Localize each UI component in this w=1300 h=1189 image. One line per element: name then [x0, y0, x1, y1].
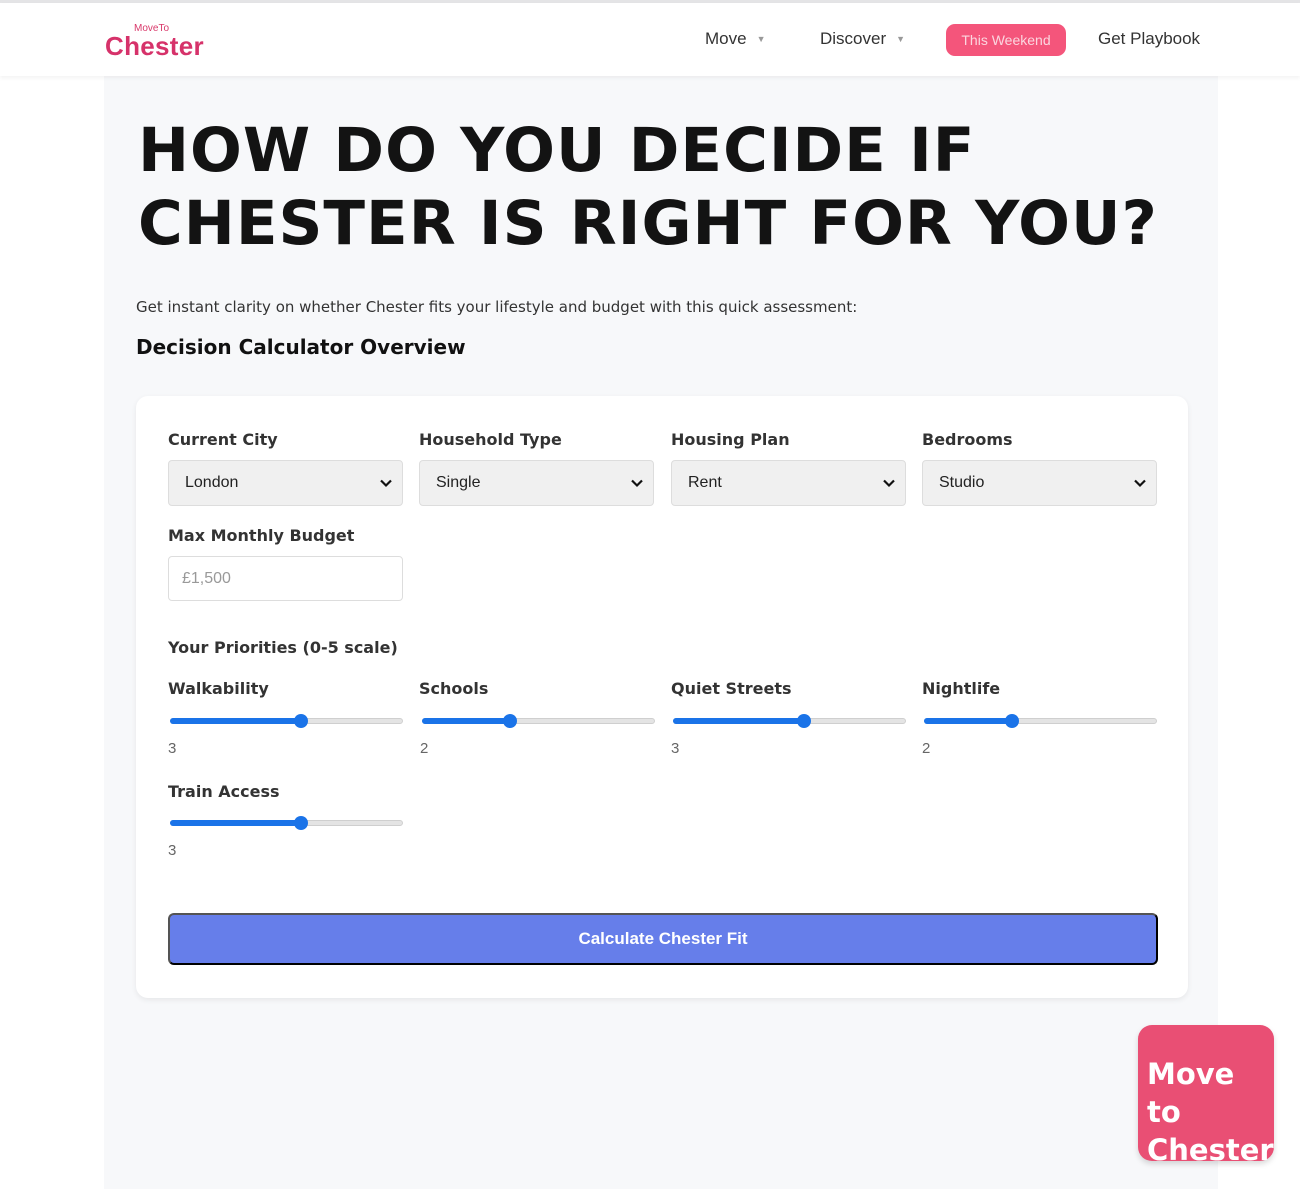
slider-thumb[interactable] [502, 714, 517, 728]
quiet-streets-value: 3 [671, 740, 680, 757]
nav-move-menu[interactable]: Move ▼ [705, 29, 766, 49]
current-city-label: Current City [168, 430, 278, 449]
train-access-slider[interactable] [168, 815, 403, 831]
logo-main-text: Chester [105, 31, 204, 61]
top-navbar: MoveTo Chester Move ▼ Discover ▼ This We… [0, 3, 1300, 76]
chevron-down-icon: ▼ [756, 34, 766, 44]
household-type-label: Household Type [419, 430, 562, 449]
train-access-label: Train Access [168, 782, 280, 801]
slider-fill [170, 820, 302, 826]
schools-slider[interactable] [420, 713, 655, 729]
household-type-value: Single [436, 474, 481, 491]
slider-fill [170, 718, 302, 724]
slider-thumb[interactable] [294, 714, 309, 728]
slider-fill [924, 718, 1012, 724]
this-weekend-button[interactable]: This Weekend [946, 24, 1066, 56]
chevron-down-icon [883, 479, 895, 488]
housing-plan-value: Rent [688, 474, 722, 491]
chevron-down-icon [380, 479, 392, 488]
current-city-select[interactable]: London [168, 460, 403, 506]
section-heading: Decision Calculator Overview [136, 335, 466, 359]
get-playbook-link[interactable]: Get Playbook [1098, 29, 1200, 49]
nightlife-value: 2 [922, 740, 931, 757]
nav-discover-menu[interactable]: Discover ▼ [820, 29, 905, 49]
quiet-streets-slider[interactable] [671, 713, 906, 729]
nav-move-label: Move [705, 29, 747, 48]
cta-line2: Chester [1147, 1133, 1274, 1167]
page-title-line2: CHESTER IS RIGHT FOR YOU? [138, 188, 1158, 259]
nav-discover-label: Discover [820, 29, 887, 48]
bedrooms-select[interactable]: Studio [922, 460, 1157, 506]
nightlife-label: Nightlife [922, 679, 1001, 698]
slider-fill [673, 718, 805, 724]
chevron-down-icon: ▼ [896, 34, 906, 44]
max-budget-input[interactable]: £1,500 [168, 556, 403, 601]
train-access-value: 3 [168, 842, 177, 859]
schools-label: Schools [419, 679, 489, 698]
bedrooms-label: Bedrooms [922, 430, 1013, 449]
bedrooms-value: Studio [939, 474, 985, 491]
max-budget-label: Max Monthly Budget [168, 526, 355, 545]
page-title-line1: HOW DO YOU DECIDE IF [138, 115, 976, 186]
housing-plan-select[interactable]: Rent [671, 460, 906, 506]
move-to-chester-cta[interactable]: Move to Chester [1138, 1025, 1274, 1167]
chevron-down-icon [631, 479, 643, 488]
slider-thumb[interactable] [797, 714, 812, 728]
chevron-down-icon [1134, 479, 1146, 488]
housing-plan-label: Housing Plan [671, 430, 790, 449]
nightlife-slider[interactable] [922, 713, 1157, 729]
current-city-value: London [185, 474, 239, 491]
calculate-button[interactable]: Calculate Chester Fit [168, 913, 1158, 965]
site-logo[interactable]: MoveTo Chester [105, 23, 215, 63]
intro-text: Get instant clarity on whether Chester f… [136, 298, 858, 316]
household-type-select[interactable]: Single [419, 460, 654, 506]
quiet-streets-label: Quiet Streets [671, 679, 792, 698]
walkability-slider[interactable] [168, 713, 403, 729]
slider-fill [422, 718, 510, 724]
page-title: HOW DO YOU DECIDE IF CHESTER IS RIGHT FO… [138, 114, 1178, 260]
schools-value: 2 [420, 740, 429, 757]
walkability-label: Walkability [168, 679, 269, 698]
walkability-value: 3 [168, 740, 177, 757]
slider-thumb[interactable] [1004, 714, 1019, 728]
priorities-heading: Your Priorities (0-5 scale) [168, 638, 398, 657]
cta-line1: Move to [1147, 1057, 1235, 1129]
slider-thumb[interactable] [294, 816, 309, 830]
